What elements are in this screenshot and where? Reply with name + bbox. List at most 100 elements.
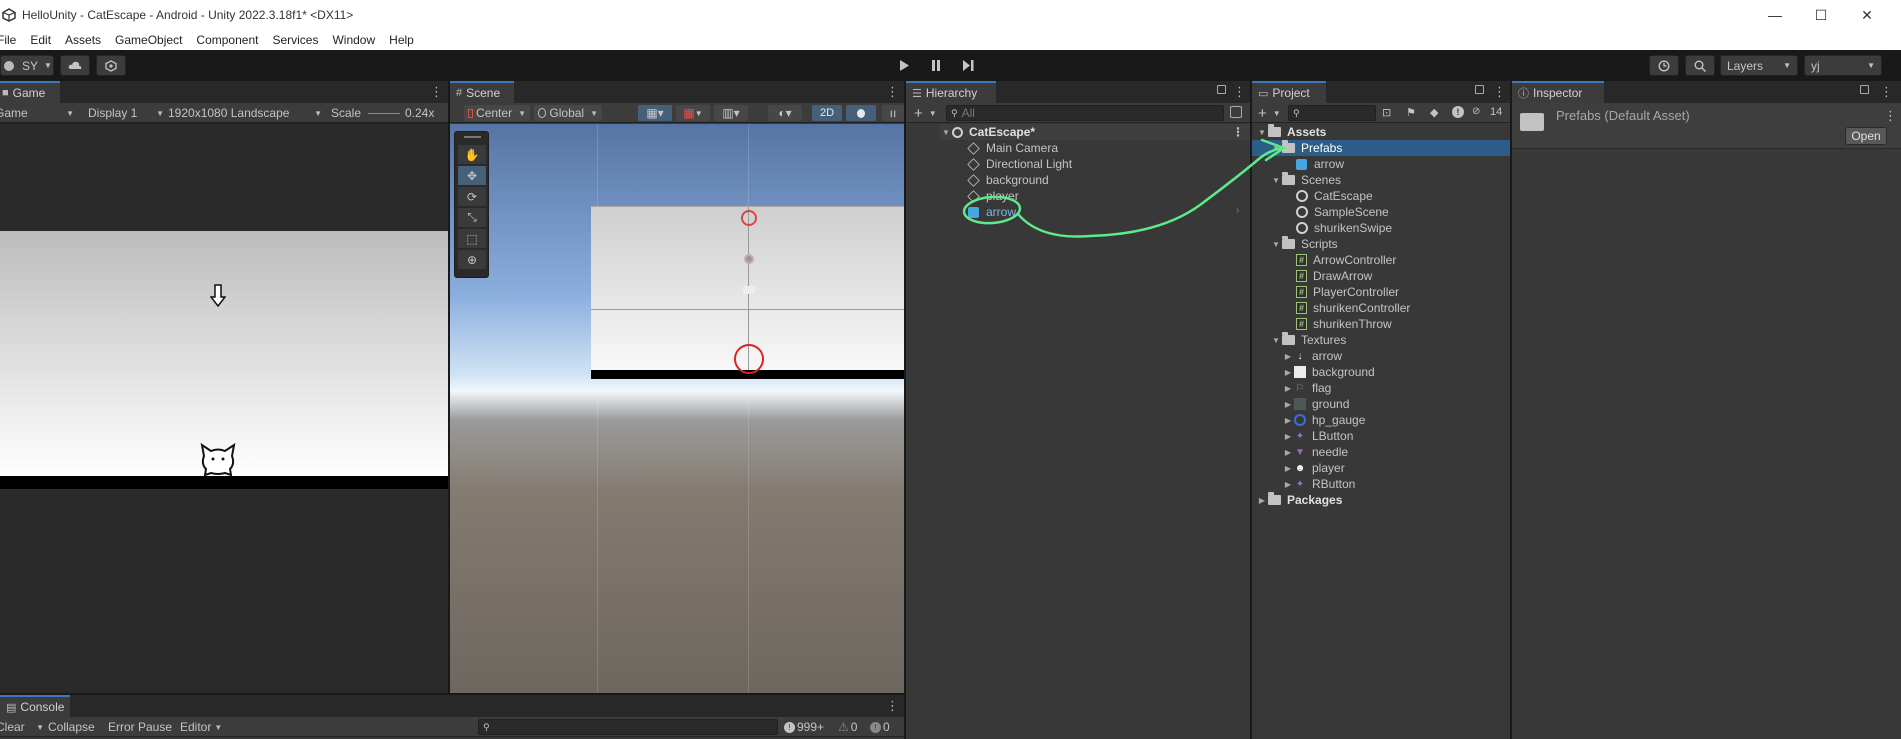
project-item-texture[interactable]: ▶ ✦ RButton: [1282, 476, 1355, 492]
project-item-texture[interactable]: ▶ ▼ needle: [1282, 444, 1348, 460]
play-button[interactable]: [888, 55, 920, 76]
grid-toggle-button[interactable]: ▦ ▼: [676, 105, 710, 121]
scale-slider[interactable]: [368, 113, 400, 114]
rect-tool-button[interactable]: ⬚: [458, 229, 486, 248]
project-item-script[interactable]: # DrawArrow: [1296, 268, 1372, 284]
menu-window[interactable]: Window: [332, 33, 375, 47]
layout-dropdown[interactable]: yj ▼: [1804, 55, 1882, 76]
audio-toggle-button[interactable]: ıı: [882, 105, 904, 121]
display-dropdown[interactable]: Display 1 ▼: [88, 105, 164, 121]
view-tool-button[interactable]: ✋: [458, 145, 486, 164]
search-by-type-icon[interactable]: ⊡: [1382, 106, 1391, 119]
game-mode-dropdown[interactable]: Game ▼: [0, 105, 78, 121]
collapse-button[interactable]: Collapse: [48, 719, 95, 735]
menu-help[interactable]: Help: [389, 33, 414, 47]
panel-menu-icon[interactable]: ⋮: [1232, 125, 1244, 139]
hierarchy-item-main-camera[interactable]: Main Camera: [967, 140, 1058, 156]
project-search-field[interactable]: ⚲: [1288, 105, 1376, 121]
menu-assets[interactable]: Assets: [65, 33, 101, 47]
panel-menu-icon[interactable]: ⋮: [1880, 84, 1893, 100]
lighting-toggle-button[interactable]: [846, 105, 876, 121]
increment-snap-button[interactable]: ▥▾: [714, 105, 748, 121]
scale-tool-button[interactable]: ⤡: [458, 208, 486, 227]
project-folder-scenes[interactable]: ▼ Scenes: [1270, 172, 1341, 188]
collab-button[interactable]: [96, 55, 126, 76]
draw-mode-button[interactable]: ◐▾: [768, 105, 802, 121]
move-tool-button[interactable]: ✥: [458, 166, 486, 185]
hidden-packages-icon[interactable]: ⊘: [1472, 106, 1480, 117]
tab-inspector[interactable]: ⓘ Inspector: [1512, 81, 1604, 103]
hierarchy-item-player[interactable]: player: [967, 188, 1019, 204]
lock-icon[interactable]: [1217, 85, 1226, 94]
history-button[interactable]: [1649, 55, 1679, 76]
minimize-button[interactable]: —: [1752, 0, 1798, 30]
info-icon[interactable]: !: [1452, 106, 1464, 118]
project-folder-packages[interactable]: ▶ Packages: [1256, 492, 1342, 508]
log-toggle[interactable]: ! 999+: [784, 719, 824, 735]
panel-menu-icon[interactable]: ⋮: [430, 84, 443, 100]
search-by-label-icon[interactable]: ⚑: [1406, 106, 1416, 119]
project-item-scene[interactable]: shurikenSwipe: [1296, 220, 1392, 236]
toggle-2d-button[interactable]: 2D: [812, 105, 842, 121]
chevron-right-icon[interactable]: ›: [1236, 205, 1239, 216]
panel-menu-icon[interactable]: ⋮: [886, 698, 899, 714]
editor-dropdown[interactable]: Editor ▼: [180, 719, 222, 735]
project-item-texture[interactable]: ▶ ⚐ flag: [1282, 380, 1331, 396]
tab-scene[interactable]: # Scene: [450, 81, 514, 103]
console-search-field[interactable]: ⚲: [478, 719, 778, 735]
transform-tool-button[interactable]: ⊕: [458, 250, 486, 269]
space-dropdown[interactable]: Global ▼: [534, 105, 602, 121]
project-folder-scripts[interactable]: ▼ Scripts: [1270, 236, 1338, 252]
cloud-button[interactable]: [60, 55, 90, 76]
panel-menu-icon[interactable]: ⋮: [1233, 84, 1246, 100]
lock-icon[interactable]: [1860, 85, 1869, 94]
project-item-arrow-prefab[interactable]: arrow: [1296, 156, 1344, 172]
search-button[interactable]: [1685, 55, 1715, 76]
pause-button[interactable]: [920, 55, 952, 76]
menu-edit[interactable]: Edit: [30, 33, 51, 47]
project-item-texture[interactable]: ▶ ground: [1282, 396, 1349, 412]
project-item-texture[interactable]: ▶ ✦ LButton: [1282, 428, 1353, 444]
project-folder-textures[interactable]: ▼ Textures: [1270, 332, 1346, 348]
account-dropdown[interactable]: SY ▼: [0, 55, 54, 76]
project-item-script[interactable]: # PlayerController: [1296, 284, 1399, 300]
lock-icon[interactable]: [1475, 85, 1484, 94]
project-item-script[interactable]: # shurikenThrow: [1296, 316, 1392, 332]
maximize-button[interactable]: ☐: [1798, 0, 1844, 30]
pivot-dropdown[interactable]: Center ▼: [464, 105, 530, 121]
warning-toggle[interactable]: ⚠ 0: [838, 719, 857, 735]
clear-dropdown[interactable]: Clear ▼: [0, 719, 44, 735]
hierarchy-item-arrow[interactable]: arrow: [968, 204, 1016, 220]
panel-menu-icon[interactable]: ⋮: [886, 84, 899, 100]
project-item-scene[interactable]: CatEscape: [1296, 188, 1373, 204]
hierarchy-item-directional-light[interactable]: Directional Light: [967, 156, 1072, 172]
hierarchy-search-field[interactable]: ⚲ All: [946, 105, 1224, 121]
open-button[interactable]: Open: [1845, 127, 1887, 145]
error-pause-button[interactable]: Error Pause: [108, 719, 172, 735]
close-button[interactable]: ✕: [1844, 0, 1890, 30]
project-item-texture[interactable]: ▶ ↓ arrow: [1282, 348, 1342, 364]
project-item-script[interactable]: # shurikenController: [1296, 300, 1410, 316]
layers-dropdown[interactable]: Layers ▼: [1720, 55, 1798, 76]
menu-component[interactable]: Component: [196, 33, 258, 47]
project-item-texture[interactable]: ▶ hp_gauge: [1282, 412, 1365, 428]
tab-hierarchy[interactable]: ☰ Hierarchy: [906, 81, 996, 103]
project-folder-assets[interactable]: ▼ Assets: [1256, 124, 1326, 140]
project-item-texture[interactable]: ▶ ☻ player: [1282, 460, 1345, 476]
project-item-texture[interactable]: ▶ background: [1282, 364, 1375, 380]
scene-visibility-icon[interactable]: [1230, 106, 1242, 118]
menu-file[interactable]: File: [0, 33, 16, 47]
error-toggle[interactable]: ! 0: [870, 719, 890, 735]
tag-icon[interactable]: ◆: [1430, 106, 1438, 119]
tab-project[interactable]: ▭ Project: [1252, 81, 1326, 103]
panel-menu-icon[interactable]: ⋮: [1493, 84, 1506, 100]
resolution-dropdown[interactable]: 1920x1080 Landscape ▼: [168, 105, 322, 121]
hierarchy-item-background[interactable]: background: [967, 172, 1049, 188]
game-view[interactable]: [0, 124, 448, 693]
step-button[interactable]: [952, 55, 984, 76]
rotate-tool-button[interactable]: ⟳: [458, 187, 486, 206]
project-item-scene[interactable]: SampleScene: [1296, 204, 1389, 220]
grid-snap-button[interactable]: ▦▾: [638, 105, 672, 121]
create-dropdown[interactable]: + ▼: [914, 105, 937, 122]
scene-root-row[interactable]: ▼ CatEscape* ⋮: [940, 124, 1250, 140]
